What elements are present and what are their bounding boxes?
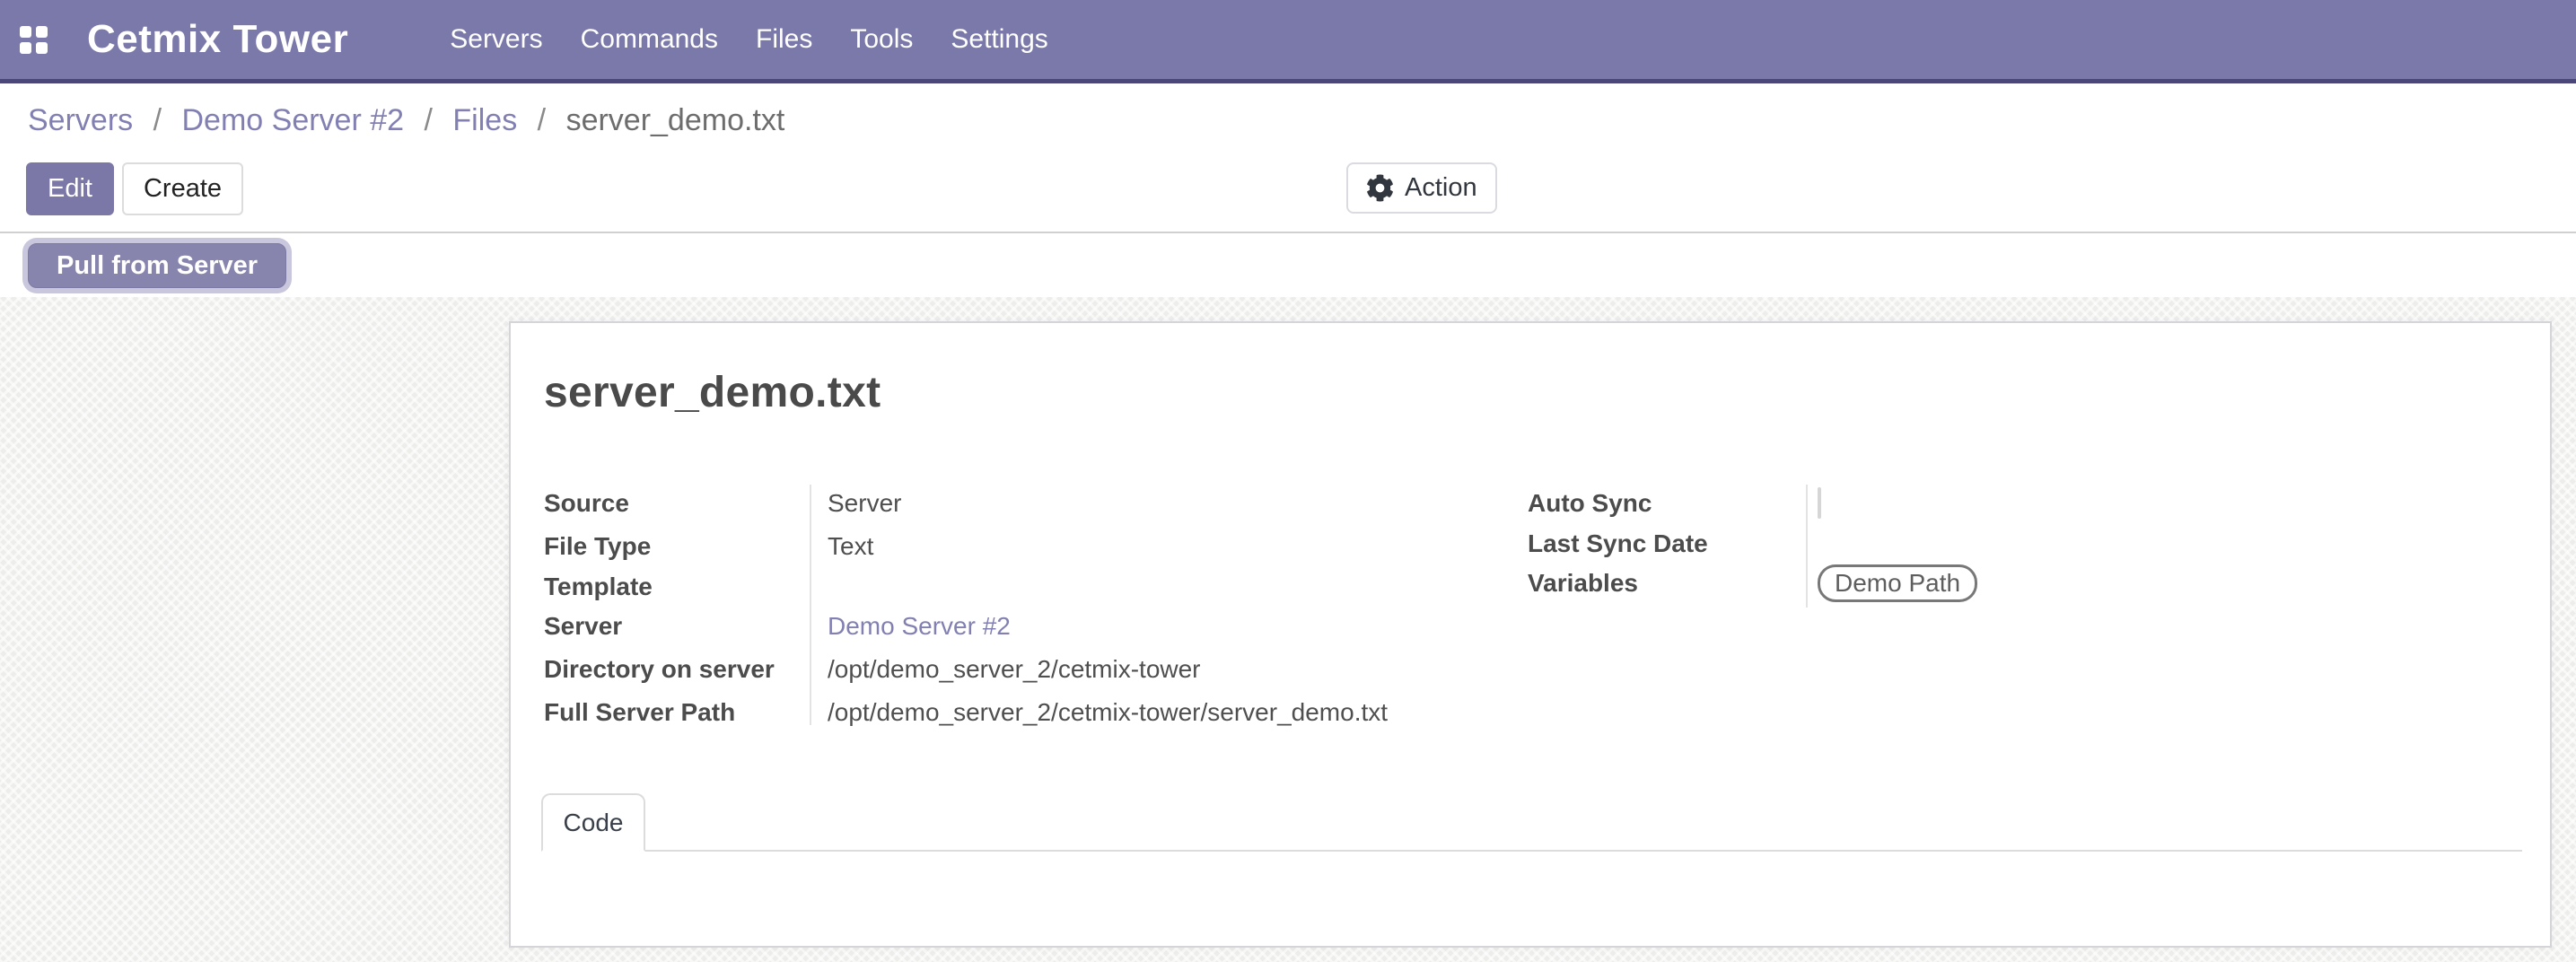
gear-icon [1366,174,1394,202]
field-label-full-path: Full Server Path [544,698,828,727]
apps-grid-square [20,26,31,38]
field-label-last-sync-date: Last Sync Date [1528,529,1818,558]
field-group-left: Source Server File Type Text Template Se… [544,482,1513,734]
field-row-directory: Directory on server /opt/demo_server_2/c… [544,648,1513,691]
tab-code[interactable]: Code [541,793,645,852]
action-menu-button[interactable]: Action [1346,162,1497,214]
breadcrumb-item-files[interactable]: Files [452,103,517,137]
field-value-auto-sync [1818,489,2519,518]
field-value-directory: /opt/demo_server_2/cetmix-tower [828,655,1513,684]
breadcrumb-item-servers[interactable]: Servers [28,103,133,137]
field-row-source: Source Server [544,482,1513,525]
nav-item-servers[interactable]: Servers [431,0,561,79]
top-navbar: Cetmix Tower Servers Commands Files Tool… [0,0,2576,83]
field-label-server: Server [544,612,828,641]
apps-grid-icon[interactable] [20,26,47,53]
nav-item-settings[interactable]: Settings [932,0,1066,79]
nav-item-tools[interactable]: Tools [831,0,932,79]
nav-item-commands[interactable]: Commands [562,0,737,79]
field-row-server: Server Demo Server #2 [544,605,1513,648]
action-button-label: Action [1405,173,1477,203]
field-row-file-type: File Type Text [544,525,1513,568]
notebook-tabbar: Code [541,793,2522,852]
breadcrumb-separator: / [153,103,162,137]
form-view-background: server_demo.txt Source Server File Type … [0,297,2576,962]
apps-grid-square [36,42,48,54]
field-label-file-type: File Type [544,532,828,561]
field-value-variables: Demo Path [1818,564,2519,602]
breadcrumb: Servers / Demo Server #2 / Files / serve… [28,101,784,139]
apps-grid-square [20,42,31,54]
server-link[interactable]: Demo Server #2 [828,612,1011,640]
breadcrumb-separator: / [538,103,546,137]
cetmix-tower-screen: Cetmix Tower Servers Commands Files Tool… [0,0,2576,962]
field-value-file-type: Text [828,532,1513,561]
control-panel: Servers / Demo Server #2 / Files / serve… [0,83,2576,233]
field-row-auto-sync: Auto Sync [1528,482,2519,525]
breadcrumb-item-demo-server-2[interactable]: Demo Server #2 [182,103,405,137]
field-row-template: Template [544,568,1513,605]
field-row-variables: Variables Demo Path [1528,562,2519,605]
field-group-right: Auto Sync Last Sync Date Variables Demo … [1528,482,2519,605]
file-name-title: server_demo.txt [544,368,881,417]
main-menu: Servers Commands Files Tools Settings [431,0,1067,79]
form-buttons: Edit Create [26,162,243,215]
create-button[interactable]: Create [122,162,243,215]
breadcrumb-separator: / [425,103,433,137]
pull-from-server-button[interactable]: Pull from Server [28,243,286,288]
field-value-full-path: /opt/demo_server_2/cetmix-tower/server_d… [828,698,1513,727]
field-label-variables: Variables [1528,569,1818,598]
field-row-last-sync-date: Last Sync Date [1528,525,2519,562]
field-label-source: Source [544,489,828,518]
auto-sync-checkbox[interactable] [1818,487,1821,519]
field-value-server: Demo Server #2 [828,612,1513,641]
nav-item-files[interactable]: Files [737,0,831,79]
edit-button[interactable]: Edit [26,162,114,215]
variable-tag-demo-path[interactable]: Demo Path [1818,564,1977,602]
field-label-directory: Directory on server [544,655,828,684]
field-value-source: Server [828,489,1513,518]
field-row-full-path: Full Server Path /opt/demo_server_2/cetm… [544,691,1513,734]
form-sheet: server_demo.txt Source Server File Type … [509,321,2552,948]
form-statusbar: Pull from Server [0,233,2576,297]
apps-grid-square [36,26,48,38]
app-brand[interactable]: Cetmix Tower [87,17,348,62]
field-label-auto-sync: Auto Sync [1528,489,1818,518]
field-label-template: Template [544,573,828,601]
breadcrumb-current: server_demo.txt [566,103,785,137]
